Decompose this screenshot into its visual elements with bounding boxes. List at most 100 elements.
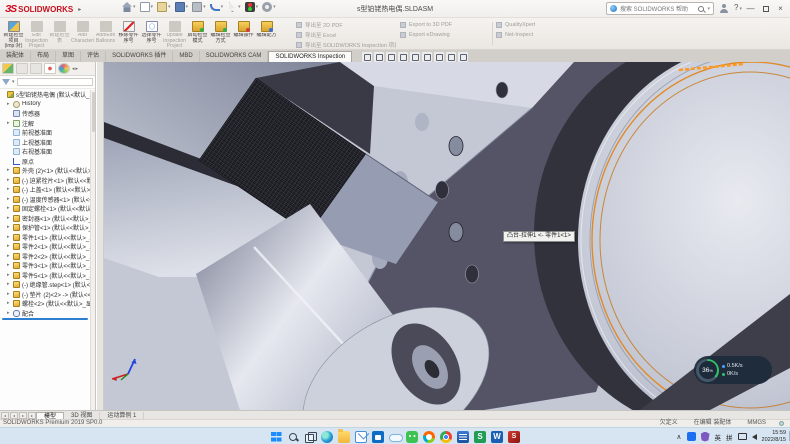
clock[interactable]: 15:59 2022/8/15 xyxy=(762,430,786,443)
tree-item[interactable]: (-) 温度传感器<1> (默认<<默认>_显 xyxy=(0,195,90,205)
new-inspection-sheet-button[interactable]: 新建检查表 xyxy=(48,19,71,49)
hide-show-items-icon[interactable] xyxy=(434,52,444,62)
tree-item[interactable]: (-) 迫紧栓片<1> (默认<<默认>_显示 xyxy=(0,176,90,186)
dropdown-caret-icon[interactable]: ▾ xyxy=(273,4,276,10)
task-view-icon[interactable] xyxy=(304,431,316,443)
app-s-icon[interactable]: S xyxy=(474,431,486,443)
panel-splitter[interactable] xyxy=(97,62,104,410)
home-icon[interactable]: ▾ xyxy=(122,2,136,12)
edit-inspection-method-button[interactable]: 编辑检查 方式 xyxy=(209,19,232,49)
launch-inspection-button[interactable]: 启动检查 模式 xyxy=(186,19,209,49)
start-icon[interactable] xyxy=(270,431,282,443)
rebuild-icon[interactable]: ▾ xyxy=(245,2,259,12)
zoom-to-area-icon[interactable] xyxy=(374,52,384,62)
tree-item[interactable]: 保护管<1> (默认<<默认>_显示状态 xyxy=(0,223,90,233)
tree-item[interactable]: 注解 xyxy=(0,119,90,129)
filter-input[interactable] xyxy=(17,78,93,86)
save-icon[interactable]: ▾ xyxy=(175,2,189,12)
graphics-viewport[interactable]: 凸台-拉伸1 <- 零件1<1> 36% 0.5K/s 0K/s xyxy=(104,62,790,410)
update-inspection-project-button[interactable]: Update Inspection Project xyxy=(163,19,186,49)
filter-funnel-icon[interactable] xyxy=(2,79,10,85)
command-tab[interactable]: 草图 xyxy=(56,51,81,62)
tree-item[interactable]: (-) 绝缘管.step<1> (默认<<默认>_显 xyxy=(0,280,90,290)
tree-item[interactable]: (-) 上盖<1> (默认<<默认>_显示状态 xyxy=(0,185,90,195)
tree-item[interactable]: 前视基准面 xyxy=(0,128,90,138)
new-inspection-project-button[interactable]: 新建检查项目 (imp:对) xyxy=(2,19,25,49)
close-button[interactable]: × xyxy=(773,1,788,16)
tray-app-blue-icon[interactable] xyxy=(687,432,696,441)
tab-scroll-first-icon[interactable]: ◂ xyxy=(1,412,9,419)
tree-item[interactable]: 零件2<1> (默认<<默认>_显示状态 xyxy=(0,242,90,252)
dropdown-caret-icon[interactable]: ▾ xyxy=(203,4,206,10)
zoom-fit-icon[interactable] xyxy=(362,52,372,62)
tree-item[interactable]: 右视基准面 xyxy=(0,147,90,157)
featuremanager-tab[interactable] xyxy=(2,63,14,74)
search-dropdown-icon[interactable]: ▾ xyxy=(707,6,710,12)
display-tray-icon[interactable] xyxy=(738,433,747,440)
add-characteristic-button[interactable]: Add Characteristic xyxy=(71,19,94,49)
tree-item[interactable]: 配合 xyxy=(0,309,90,319)
select-balloons-button[interactable]: 选择零件 序号 xyxy=(140,19,163,49)
ime-language-indicator[interactable]: 英 xyxy=(715,432,722,442)
minimize-button[interactable]: — xyxy=(743,1,758,16)
tree-item[interactable]: 密封器<1> (默认<<默认>_显示状态 xyxy=(0,214,90,224)
user-account-icon[interactable] xyxy=(719,4,728,13)
tree-item[interactable]: 零件3<1> (默认<<默认>_显示状态 xyxy=(0,261,90,271)
dropdown-caret-icon[interactable]: ▾ xyxy=(221,4,224,10)
remove-balloons-button[interactable]: 移除零件 序号 xyxy=(117,19,140,49)
reader-app-icon[interactable] xyxy=(457,431,469,443)
file-explorer-icon[interactable] xyxy=(338,431,350,443)
wechat-icon[interactable] xyxy=(406,431,418,443)
tray-shield-icon[interactable] xyxy=(701,432,710,442)
export-excel-button[interactable]: 导出至 Excel xyxy=(296,31,396,39)
command-tab[interactable]: 布局 xyxy=(31,51,56,62)
display-style-icon[interactable] xyxy=(422,52,432,62)
tree-item[interactable]: 固定螺栓<1> (默认<<默认>_显示状 xyxy=(0,204,90,214)
dropdown-caret-icon[interactable]: ▾ xyxy=(238,4,241,10)
add-edit-balloons-button[interactable]: Add/Edit Balloons xyxy=(94,19,117,49)
dropdown-caret-icon[interactable]: ▾ xyxy=(151,4,154,10)
ime-pinyin-indicator[interactable]: 拼 xyxy=(726,432,733,442)
help-button[interactable]: ?▾ xyxy=(734,3,742,12)
mail-icon[interactable] xyxy=(355,431,367,443)
tree-item[interactable]: 零件1<1> (默认<<默认>_显示状态 xyxy=(0,233,90,243)
search-icon[interactable] xyxy=(698,6,704,12)
solidworks-taskbar-icon[interactable]: S xyxy=(508,431,520,443)
panel-tabs-scroll[interactable] xyxy=(72,63,84,74)
open-document-icon[interactable]: ▾ xyxy=(157,2,171,12)
command-tab[interactable]: MBD xyxy=(173,51,199,62)
net-inspect-button[interactable]: Net-Inspect xyxy=(496,31,568,39)
dropdown-caret-icon[interactable]: ▾ xyxy=(133,4,136,10)
edit-operation-button[interactable]: 编辑操作 xyxy=(232,19,255,49)
tree-scrollbar[interactable] xyxy=(90,90,95,410)
print-icon[interactable]: ▾ xyxy=(192,2,206,12)
menu-flyout-icon[interactable]: ▸ xyxy=(78,6,81,13)
view-orientation-icon[interactable] xyxy=(458,52,468,62)
previous-view-icon[interactable] xyxy=(386,52,396,62)
rollback-bar[interactable] xyxy=(2,318,88,320)
tree-item[interactable]: 原点 xyxy=(0,157,90,167)
search-box[interactable]: 搜索 SOLIDWORKS 帮助 ▾ xyxy=(606,2,714,15)
tree-item[interactable]: (-) 垫片 (2)<2> -> (默认<<默认>_显 xyxy=(0,290,90,300)
volume-icon[interactable] xyxy=(752,434,757,440)
export-sw-inspection-button[interactable]: 导出至 SOLIDWORKS Inspection 项目 xyxy=(296,41,396,49)
tab-scroll-last-icon[interactable]: ▸ xyxy=(28,412,36,419)
section-view-icon[interactable] xyxy=(398,52,408,62)
system-monitor-overlay[interactable]: 36% 0.5K/s 0K/s xyxy=(694,356,772,384)
chrome-icon[interactable] xyxy=(440,431,452,443)
status-circle-icon[interactable] xyxy=(779,421,784,426)
tree-item[interactable]: s型铂铑热电偶 (默认<默认_显示状态-1> xyxy=(0,90,90,100)
new-document-icon[interactable]: ▾ xyxy=(140,2,154,12)
tree-item[interactable]: History xyxy=(0,100,90,110)
export-3d-pdf-button[interactable]: Export to 3D PDF xyxy=(400,21,488,29)
command-tab[interactable]: SOLIDWORKS 插件 xyxy=(106,51,173,62)
tree-item[interactable]: 零件2<2> (默认<<默认>_显示状态 xyxy=(0,252,90,262)
options-gear-icon[interactable]: ▾ xyxy=(262,2,276,12)
qualityxpert-button[interactable]: QualityXpert xyxy=(496,21,568,29)
annotation-visibility-icon[interactable] xyxy=(410,52,420,62)
dropdown-caret-icon[interactable]: ▾ xyxy=(168,4,171,10)
tree-item[interactable]: 外壳 (2)<1> (默认<<默认>_显示状态 xyxy=(0,166,90,176)
displaymanager-tab[interactable] xyxy=(58,63,70,74)
tab-scroll-next-icon[interactable]: ▸ xyxy=(19,412,27,419)
onedrive-icon[interactable] xyxy=(389,431,401,443)
